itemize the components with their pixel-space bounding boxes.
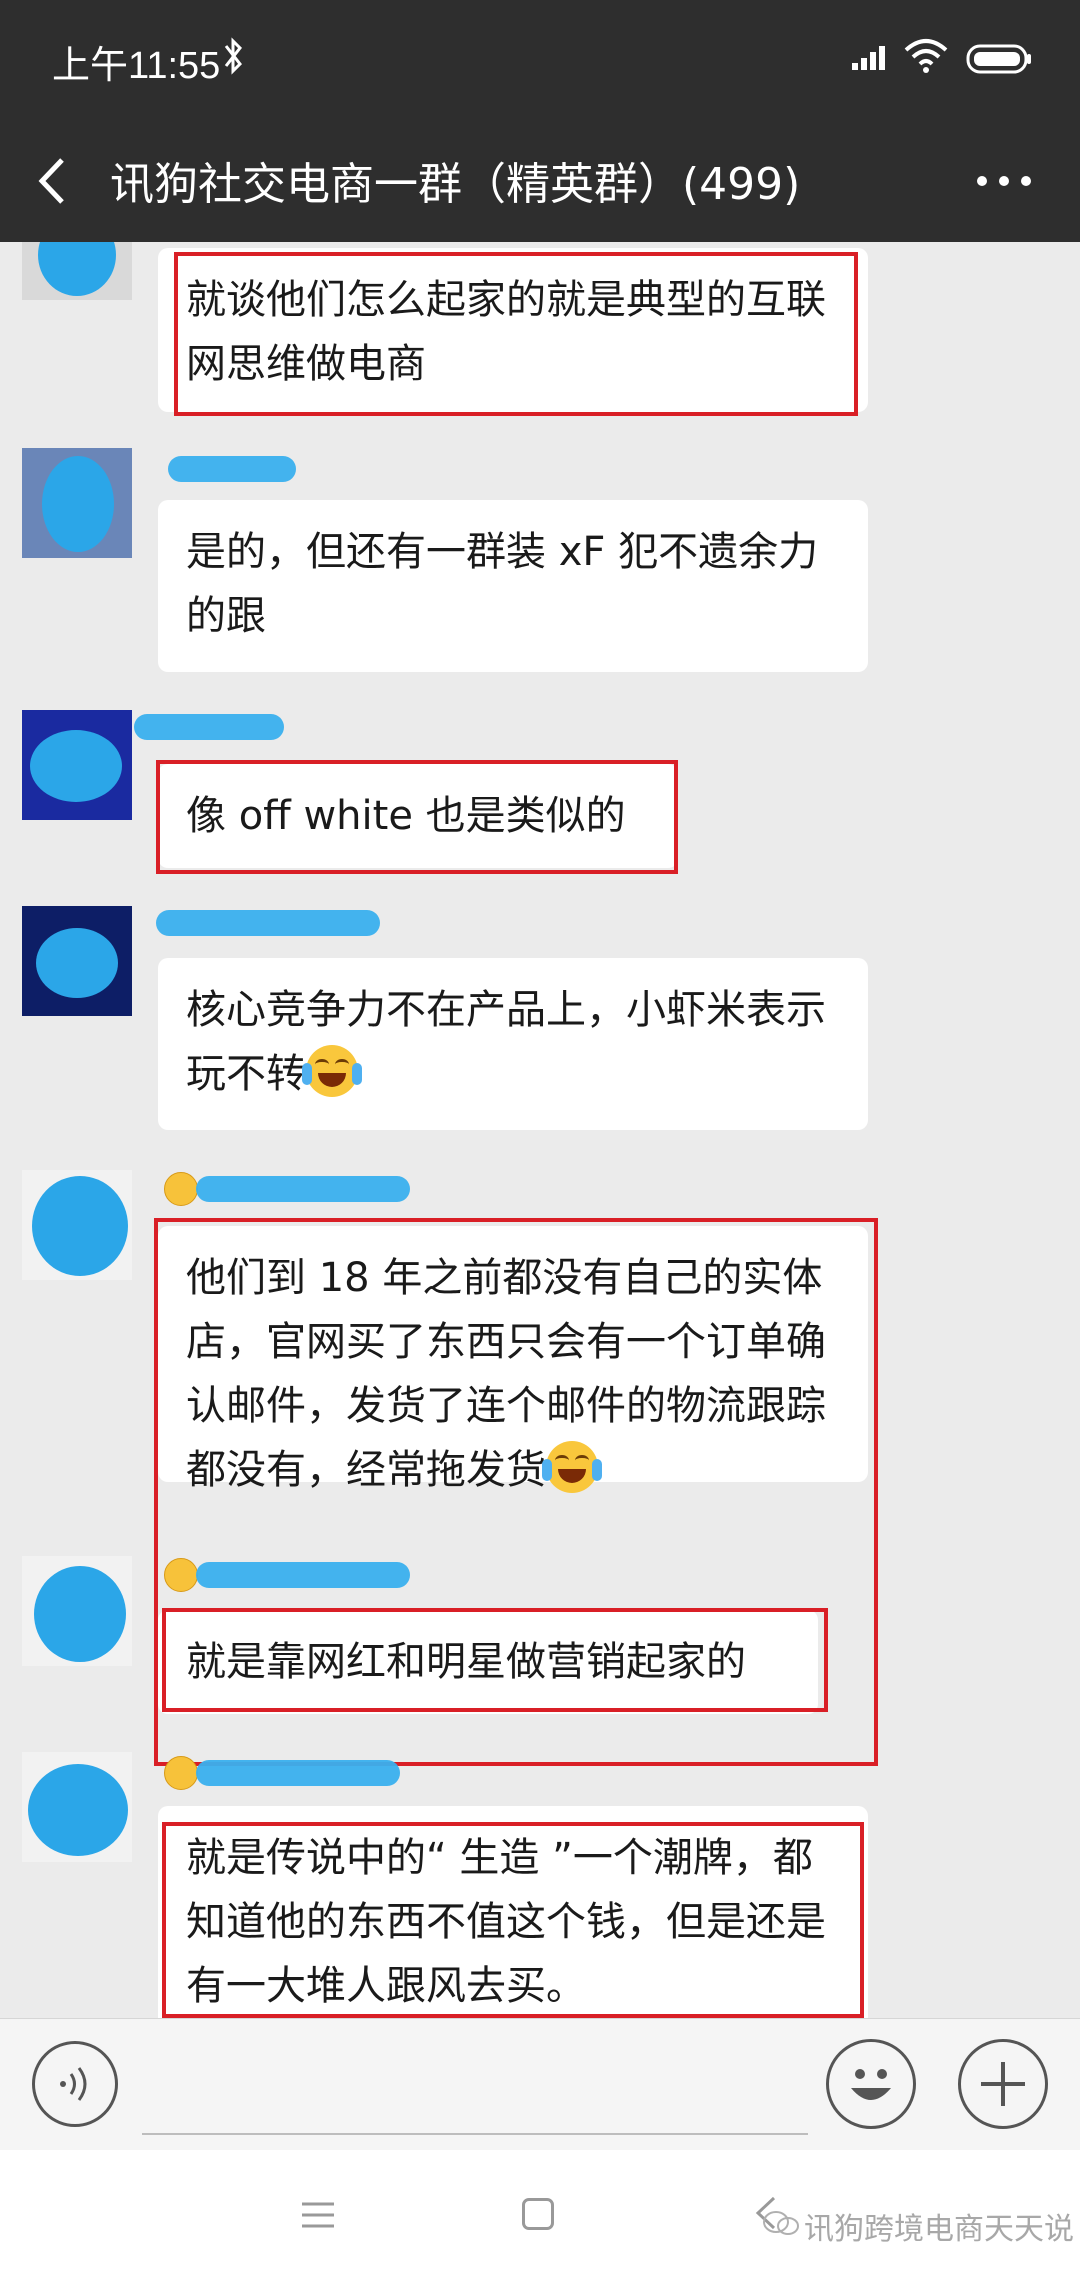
- signal-icon: [852, 46, 885, 70]
- message-bubble[interactable]: 像 off white 也是类似的: [158, 764, 678, 868]
- avatar[interactable]: [22, 1170, 132, 1280]
- voice-button[interactable]: [32, 2041, 118, 2127]
- message-input[interactable]: [142, 2041, 808, 2135]
- chat-title: 讯狗社交电商一群（精英群）(499): [110, 159, 801, 210]
- sender-name: [134, 712, 300, 744]
- voice-icon: [60, 2067, 87, 2101]
- wechat-logo-icon: [763, 2211, 799, 2235]
- home-icon[interactable]: [522, 2198, 554, 2230]
- message-bubble[interactable]: 就是靠网红和明星做营销起家的: [158, 1610, 818, 1714]
- chat-header: 讯狗社交电商一群（精英群）(499): [0, 118, 1080, 242]
- emoji-button[interactable]: [826, 2039, 916, 2129]
- wifi-icon: [904, 39, 948, 73]
- message-text: 他们到 18 年之前都没有自己的实体店，官网买了东西只会有一个订单确认邮件，发货…: [186, 1255, 826, 1493]
- message-text: 是的，但还有一群装 xF 犯不遗余力的跟: [186, 529, 819, 639]
- more-dots-icon[interactable]: [974, 166, 1034, 196]
- menu-icon[interactable]: [300, 2200, 336, 2230]
- wink-emoji-icon: [164, 1756, 198, 1790]
- avatar[interactable]: [22, 448, 132, 558]
- wink-emoji-icon: [164, 1172, 198, 1206]
- bluetooth-icon: [224, 37, 242, 75]
- message-text: 就是靠网红和明星做营销起家的: [186, 1639, 746, 1685]
- plus-icon: [981, 2062, 1025, 2106]
- sender-name: [160, 1172, 420, 1206]
- message-text: 就谈他们怎么起家的就是典型的互联网思维做电商: [186, 277, 826, 387]
- watermark-text: 讯狗跨境电商天天说: [804, 2212, 1074, 2247]
- avatar[interactable]: [22, 710, 132, 820]
- avatar[interactable]: [22, 1556, 132, 1666]
- avatar[interactable]: [22, 906, 132, 1016]
- plus-button[interactable]: [958, 2039, 1048, 2129]
- wink-emoji-icon: [164, 1558, 198, 1592]
- message-bubble[interactable]: 就是传说中的“ 生造 ”一个潮牌，都知道他的东西不值这个钱，但是还是有一大堆人跟…: [158, 1806, 868, 2018]
- battery-icon: [966, 44, 1031, 74]
- system-nav-bar: 讯狗跨境电商天天说: [0, 2150, 1080, 2280]
- status-bar: 上午11:55: [0, 0, 1080, 118]
- message-text: 核心竞争力不在产品上，小虾米表示玩不转: [186, 987, 826, 1097]
- message-bubble[interactable]: 就谈他们怎么起家的就是典型的互联网思维做电商: [158, 248, 868, 412]
- sender-name: [156, 908, 400, 940]
- avatar[interactable]: [22, 242, 132, 300]
- message-text: 就是传说中的“ 生造 ”一个潮牌，都知道他的东西不值这个钱，但是还是有一大堆人跟…: [186, 1835, 826, 2009]
- input-bar: [0, 2018, 1080, 2151]
- message-bubble[interactable]: 他们到 18 年之前都没有自己的实体店，官网买了东西只会有一个订单确认邮件，发货…: [158, 1226, 868, 1493]
- message-text: 像 off white 也是类似的: [186, 793, 626, 839]
- avatar[interactable]: [22, 1752, 132, 1862]
- emoji-icon: [851, 2069, 891, 2100]
- tears-of-joy-icon: [542, 1441, 602, 1493]
- status-time: 上午11:55: [52, 45, 221, 87]
- message-list[interactable]: 就谈他们怎么起家的就是典型的互联网思维做电商 是的，但还有一群装 xF 犯不遗余…: [0, 242, 1080, 2018]
- sender-name: [160, 452, 300, 484]
- message-bubble[interactable]: 是的，但还有一群装 xF 犯不遗余力的跟: [158, 500, 868, 672]
- chevron-left-icon[interactable]: [34, 156, 74, 206]
- sender-name: [160, 1558, 420, 1592]
- message-bubble[interactable]: 核心竞争力不在产品上，小虾米表示玩不转: [158, 958, 868, 1130]
- tears-of-joy-icon: [302, 1045, 362, 1097]
- sender-name: [160, 1756, 420, 1790]
